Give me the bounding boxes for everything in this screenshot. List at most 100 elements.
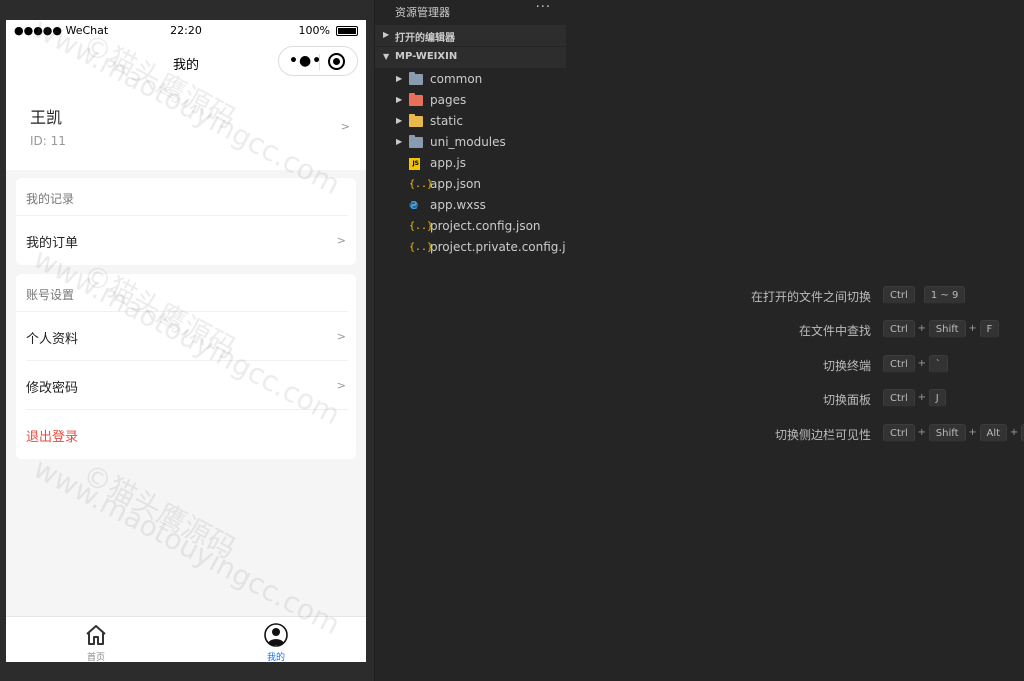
project-name: MP-WEIXIN [395, 51, 458, 62]
tree-item-label: uni_modules [430, 135, 506, 149]
tree-item-label: app.js [430, 156, 466, 170]
records-card-header: 我的记录 [16, 178, 348, 216]
account-card: 账号设置 个人资料 > 修改密码 > 退出登录 [16, 274, 356, 459]
tab-mine-label: 我的 [266, 653, 285, 662]
more-actions-icon[interactable]: ··· [536, 0, 551, 15]
js-file-icon: JS [409, 158, 420, 170]
key-plus: + [917, 323, 926, 334]
my-orders-item[interactable]: 我的订单 > [26, 216, 348, 265]
tree-item-label: pages [430, 93, 467, 107]
home-icon [86, 625, 106, 645]
shortcut-keys: Ctrl + J [883, 389, 946, 409]
battery-percent: 100% [298, 24, 330, 37]
user-name: 王凯 [30, 108, 63, 127]
open-editors-section[interactable]: ▶ 打开的编辑器 [375, 25, 567, 46]
records-card: 我的记录 我的订单 > [16, 178, 356, 265]
shortcut-toggle-terminal: 切换终端 Ctrl + ` [566, 355, 1024, 375]
battery-icon [336, 26, 358, 36]
chevron-right-icon: ▶ [396, 95, 403, 104]
key-cap: J [928, 389, 946, 407]
capsule-divider [319, 54, 320, 70]
key-cap: Ctrl [883, 320, 915, 338]
account-card-header: 账号设置 [16, 274, 348, 312]
shortcut-keys: Ctrl + Shift + F [883, 320, 1000, 340]
simulator-panel: ●●●●● WeChat 22:20 100% 我的 •●• 王凯 ID: 11… [0, 0, 374, 681]
key-plus: + [917, 392, 926, 403]
close-target-icon[interactable] [328, 53, 345, 70]
key-cap: Ctrl [883, 424, 915, 442]
key-plus: + [968, 427, 977, 438]
logout-label: 退出登录 [26, 430, 79, 445]
tree-item-label: app.json [430, 177, 481, 191]
chevron-right-icon: > [336, 330, 346, 343]
phone-screen: ●●●●● WeChat 22:20 100% 我的 •●• 王凯 ID: 11… [6, 20, 366, 662]
status-bar: ●●●●● WeChat 22:20 100% [6, 20, 366, 42]
shortcut-keys: Ctrl + ` [883, 355, 948, 375]
tree-folder-common[interactable]: ▶ common [375, 69, 567, 90]
folder-icon [409, 135, 423, 148]
tree-item-label: project.config.json [430, 219, 541, 233]
css-file-icon: ₴ [409, 199, 419, 212]
tab-home-label: 首页 [86, 653, 105, 662]
shortcut-toggle-panel: 切换面板 Ctrl + J [566, 389, 1024, 409]
key-cap: 1 ~ 9 [923, 286, 966, 304]
folder-icon [409, 72, 423, 85]
tree-file-app-json[interactable]: {..} app.json [375, 174, 567, 195]
logout-item[interactable]: 退出登录 [26, 410, 348, 459]
tab-mine[interactable]: 我的 [186, 617, 366, 662]
my-orders-label: 我的订单 [26, 236, 79, 251]
project-section[interactable]: ▼ MP-WEIXIN [375, 47, 567, 68]
key-cap: Shift [928, 320, 966, 338]
json-file-icon: {..} [409, 242, 434, 253]
profile-header[interactable]: 王凯 ID: 11 > [6, 82, 366, 170]
tree-folder-static[interactable]: ▶ static [375, 111, 567, 132]
change-password-label: 修改密码 [26, 381, 79, 396]
chevron-right-icon: ▶ [396, 74, 403, 83]
shortcut-toggle-sidebar: 切换侧边栏可见性 Ctrl+Shift+Alt+B [566, 424, 1024, 444]
key-cap: Alt [979, 424, 1008, 442]
tree-folder-pages[interactable]: ▶ pages [375, 90, 567, 111]
chevron-right-icon: ▶ [383, 30, 390, 39]
shortcut-label: 在打开的文件之间切换 [750, 290, 871, 304]
chevron-down-icon: ▼ [383, 52, 390, 61]
shortcut-switch-files: 在打开的文件之间切换 Ctrl 1 ~ 9 [566, 286, 1024, 306]
shortcut-label: 在文件中查找 [798, 324, 871, 338]
key-plus: + [917, 427, 926, 438]
explorer-header: 资源管理器 ··· [375, 0, 567, 22]
tree-item-label: common [430, 72, 483, 86]
devtools-window: ●●●●● WeChat 22:20 100% 我的 •●• 王凯 ID: 11… [0, 0, 1024, 681]
key-plus: + [1009, 427, 1019, 438]
folder-icon [409, 114, 423, 127]
open-editors-label: 打开的编辑器 [395, 33, 455, 44]
key-cap: F [979, 320, 1000, 338]
folder-icon [409, 93, 423, 106]
tree-item-label: project.private.config.js... [430, 240, 584, 254]
watermark: www.maotouyingcc.com [28, 451, 346, 642]
chevron-right-icon: ▶ [396, 137, 403, 146]
profile-info-item[interactable]: 个人资料 > [26, 312, 348, 361]
key-plus: + [917, 358, 926, 369]
explorer-panel: 资源管理器 ··· ▶ 打开的编辑器 ▼ MP-WEIXIN ▶ common … [374, 0, 583, 681]
shortcut-label: 切换侧边栏可见性 [774, 428, 871, 442]
key-plus: + [968, 323, 977, 334]
key-cap: Ctrl [883, 389, 915, 407]
watermark: ©猫头鹰源码 [77, 457, 242, 566]
editor-area: 在打开的文件之间切换 Ctrl 1 ~ 9 在文件中查找 Ctrl + Shift +… [566, 0, 1024, 681]
json-file-icon: {..} [409, 221, 434, 232]
shortcut-find-in-files: 在文件中查找 Ctrl + Shift + F [566, 320, 1024, 340]
key-cap: ` [928, 355, 948, 373]
user-id: ID: 11 [30, 134, 66, 148]
change-password-item[interactable]: 修改密码 > [26, 361, 348, 410]
explorer-title: 资源管理器 [395, 6, 450, 19]
tree-file-project-private-config[interactable]: {..} project.private.config.js... [375, 237, 583, 258]
key-cap: Shift [928, 424, 966, 442]
tree-file-project-config[interactable]: {..} project.config.json [375, 216, 567, 237]
tree-file-app-js[interactable]: JS app.js [375, 153, 567, 174]
tree-file-app-wxss[interactable]: ₴ app.wxss [375, 195, 567, 216]
shortcut-keys: Ctrl 1 ~ 9 [883, 286, 966, 306]
menu-capsule[interactable]: •●• [278, 46, 358, 76]
more-dots-icon[interactable]: •●• [289, 53, 322, 69]
shortcut-label: 切换面板 [822, 393, 871, 407]
tree-folder-uni-modules[interactable]: ▶ uni_modules [375, 132, 567, 153]
tab-home[interactable]: 首页 [6, 617, 186, 662]
